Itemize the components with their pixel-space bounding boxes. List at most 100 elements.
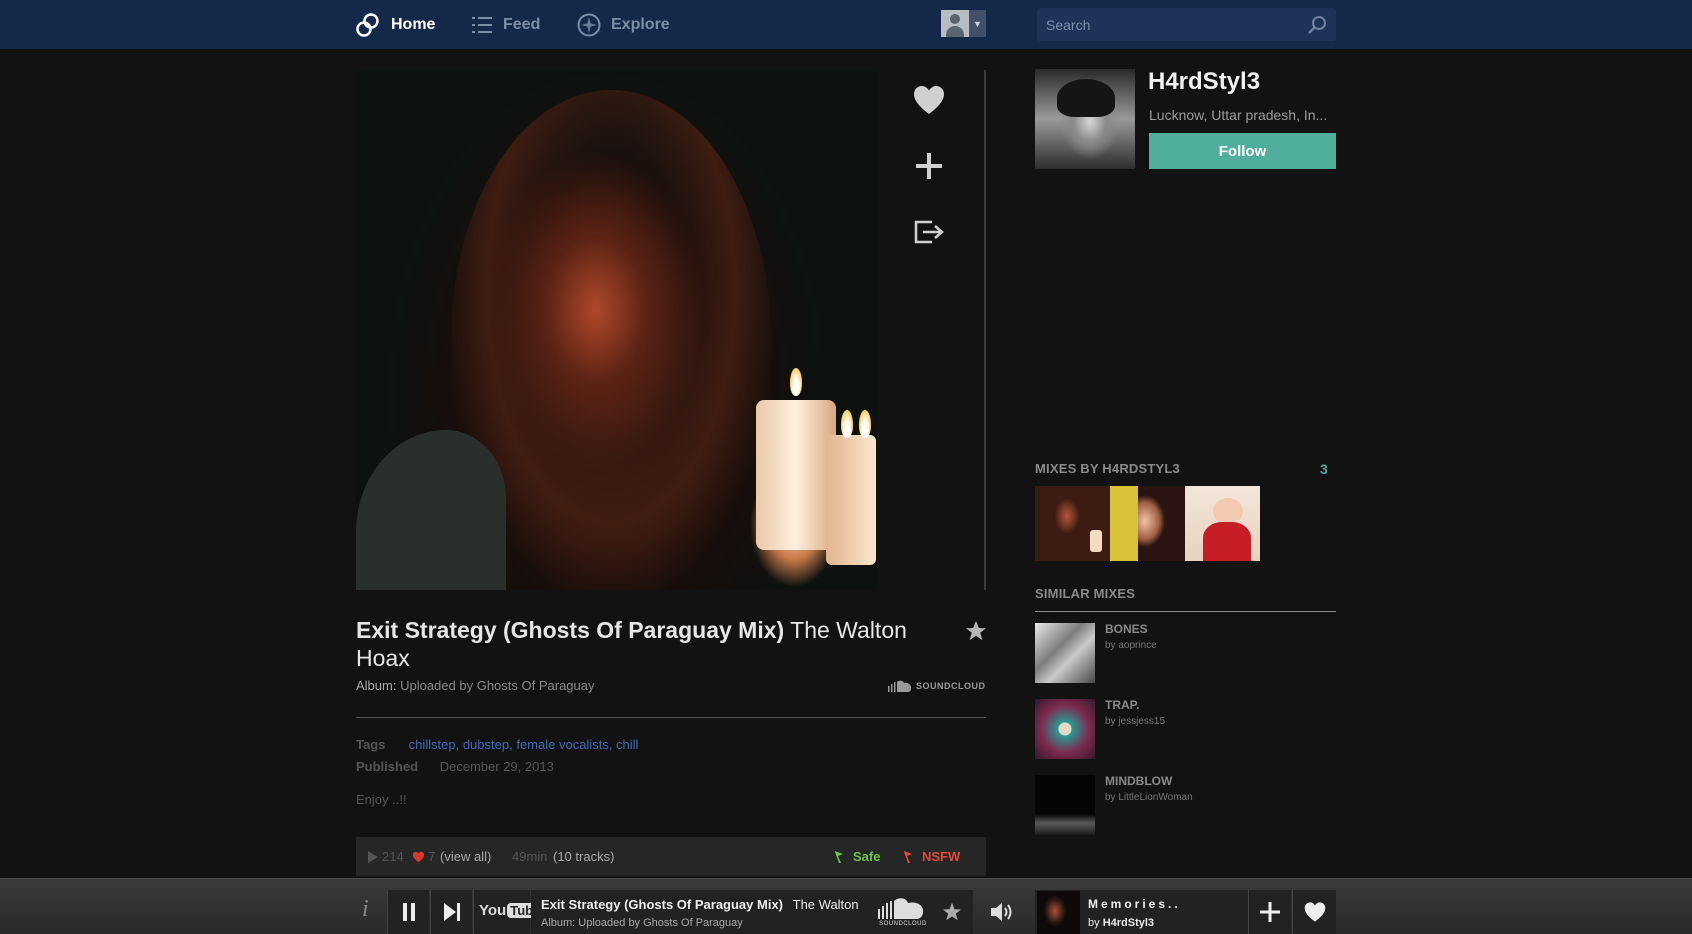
- similar-mix-title[interactable]: BONES: [1105, 622, 1148, 636]
- similar-mix-title[interactable]: TRAP.: [1105, 698, 1139, 712]
- play-count-value: 214: [382, 849, 404, 864]
- flag-safe-button[interactable]: Safe: [834, 837, 880, 876]
- divider: [1035, 611, 1336, 612]
- album-label: Album:: [356, 678, 397, 693]
- cover-detail: [859, 410, 871, 438]
- pause-icon: [402, 903, 415, 921]
- info-icon[interactable]: i: [362, 896, 369, 923]
- like-heart-icon: [1304, 902, 1325, 922]
- similar-mix-title[interactable]: MINDBLOW: [1105, 774, 1172, 788]
- youtube-logo-you: You: [479, 902, 507, 919]
- add-plus-icon[interactable]: [912, 149, 946, 183]
- feed-list-icon: [472, 16, 492, 33]
- similar-mix-author[interactable]: by aoprince: [1105, 640, 1157, 651]
- star-icon[interactable]: [942, 902, 962, 922]
- mix-description: Enjoy ..!!: [356, 792, 407, 807]
- cover-detail: [356, 430, 506, 590]
- similar-mix-thumbnail[interactable]: [1035, 623, 1095, 683]
- nav-explore[interactable]: Explore: [577, 0, 670, 49]
- flag-icon: [835, 850, 843, 863]
- nav-home-label: Home: [391, 15, 436, 33]
- user-avatar-menu[interactable]: ▼: [941, 10, 986, 37]
- heart-icon: [412, 851, 425, 862]
- soundcloud-icon: [878, 898, 924, 919]
- dj-name[interactable]: H4rdStyl3: [1148, 68, 1260, 96]
- flag-nsfw-label: NSFW: [922, 849, 961, 864]
- similar-mixes-heading: SIMILAR MIXES: [1035, 586, 1136, 601]
- divider: [356, 717, 986, 718]
- mix-thumbnail[interactable]: [1185, 486, 1260, 561]
- volume-icon[interactable]: [990, 901, 1016, 923]
- tags-label: Tags: [356, 737, 386, 752]
- soundcloud-icon: [888, 680, 912, 692]
- cover-detail: [790, 368, 802, 396]
- published-date: December 29, 2013: [439, 759, 554, 774]
- skip-next-button[interactable]: [430, 890, 472, 934]
- mix-title-text: Exit Strategy (Ghosts Of Paraguay Mix): [356, 617, 785, 643]
- add-plus-icon: [1260, 902, 1280, 922]
- add-to-collection-button[interactable]: [1248, 890, 1291, 934]
- play-icon: [368, 850, 378, 863]
- follow-button[interactable]: Follow: [1149, 133, 1336, 169]
- like-heart-icon[interactable]: [912, 84, 946, 118]
- like-count: 7: [412, 837, 435, 876]
- mix-stats-bar: 214 7 (view all) 49min (10 tracks) Safe …: [356, 837, 986, 876]
- now-playing-track: Exit Strategy (Ghosts Of Paraguay Mix): [541, 897, 784, 912]
- pause-button[interactable]: [387, 890, 429, 934]
- nav-feed[interactable]: Feed: [471, 0, 540, 49]
- now-playing-artist: The Walton: [792, 897, 859, 912]
- similar-mix-thumbnail[interactable]: [1035, 699, 1095, 759]
- mix-title: Exit Strategy (Ghosts Of Paraguay Mix) T…: [356, 616, 916, 672]
- up-next-by-prefix: by: [1088, 917, 1100, 929]
- mixes-by-heading: MIXES BY H4RDSTYL3: [1035, 461, 1180, 476]
- tag-link[interactable]: dubstep: [463, 737, 509, 752]
- similar-mix-thumbnail[interactable]: [1035, 775, 1095, 835]
- flag-safe-label: Safe: [853, 849, 881, 864]
- chevron-down-icon: ▼: [969, 10, 986, 37]
- view-all-likes-link[interactable]: (view all): [440, 837, 491, 876]
- similar-mix-author[interactable]: by jessjess15: [1105, 716, 1165, 727]
- search-input[interactable]: [1037, 8, 1297, 41]
- nav-feed-label: Feed: [503, 15, 541, 33]
- soundcloud-player-badge[interactable]: SOUNDCLOUD: [876, 897, 930, 927]
- top-nav-bar: Home Feed Explore ▼: [0, 0, 1692, 49]
- home-logo-icon: [356, 12, 379, 37]
- skip-next-icon: [443, 903, 460, 921]
- now-playing-album: Album: Uploaded by Ghosts Of Paraguay: [541, 917, 743, 929]
- tag-link[interactable]: female vocalists: [516, 737, 608, 752]
- player-like-button[interactable]: [1292, 890, 1336, 934]
- up-next-thumbnail: [1037, 891, 1080, 934]
- compass-icon: [577, 13, 601, 36]
- search-icon[interactable]: [1307, 15, 1327, 35]
- album-value: Uploaded by Ghosts Of Paraguay: [400, 678, 595, 693]
- tag-link[interactable]: chillstep: [409, 737, 456, 752]
- cover-detail: [826, 435, 876, 565]
- column-divider: [984, 70, 986, 590]
- up-next-author: by H4rdStyl3: [1088, 917, 1154, 929]
- star-icon[interactable]: [965, 620, 987, 642]
- user-avatar: [941, 10, 969, 37]
- dj-location: Lucknow, Uttar pradesh, In...: [1149, 107, 1328, 123]
- now-playing-title: Exit Strategy (Ghosts Of Paraguay Mix) T…: [541, 897, 859, 912]
- similar-mix-author[interactable]: by LittleLionWoman: [1105, 792, 1193, 803]
- nav-home[interactable]: Home: [355, 0, 435, 49]
- flag-icon: [904, 850, 912, 863]
- up-next-title: Memories..: [1088, 897, 1181, 911]
- mix-thumbnail[interactable]: [1110, 486, 1185, 561]
- dj-avatar[interactable]: [1035, 69, 1135, 169]
- cover-detail: [756, 400, 836, 550]
- soundcloud-badge[interactable]: SOUNDCLOUD: [888, 680, 986, 692]
- track-count: (10 tracks): [553, 849, 615, 864]
- avatar-detail: [1057, 79, 1115, 117]
- mix-duration: 49min: [512, 849, 548, 864]
- tag-link[interactable]: chill: [616, 737, 638, 752]
- mix-thumbnail[interactable]: [1035, 486, 1110, 561]
- share-icon[interactable]: [912, 214, 946, 248]
- flag-nsfw-button[interactable]: NSFW: [903, 837, 960, 876]
- nav-explore-label: Explore: [611, 15, 670, 33]
- published-label: Published: [356, 759, 419, 774]
- play-count: 214: [368, 837, 404, 876]
- mix-cover-art[interactable]: [356, 70, 877, 590]
- mixes-by-count[interactable]: 3: [1320, 461, 1328, 477]
- up-next-by-user[interactable]: H4rdStyl3: [1103, 917, 1154, 929]
